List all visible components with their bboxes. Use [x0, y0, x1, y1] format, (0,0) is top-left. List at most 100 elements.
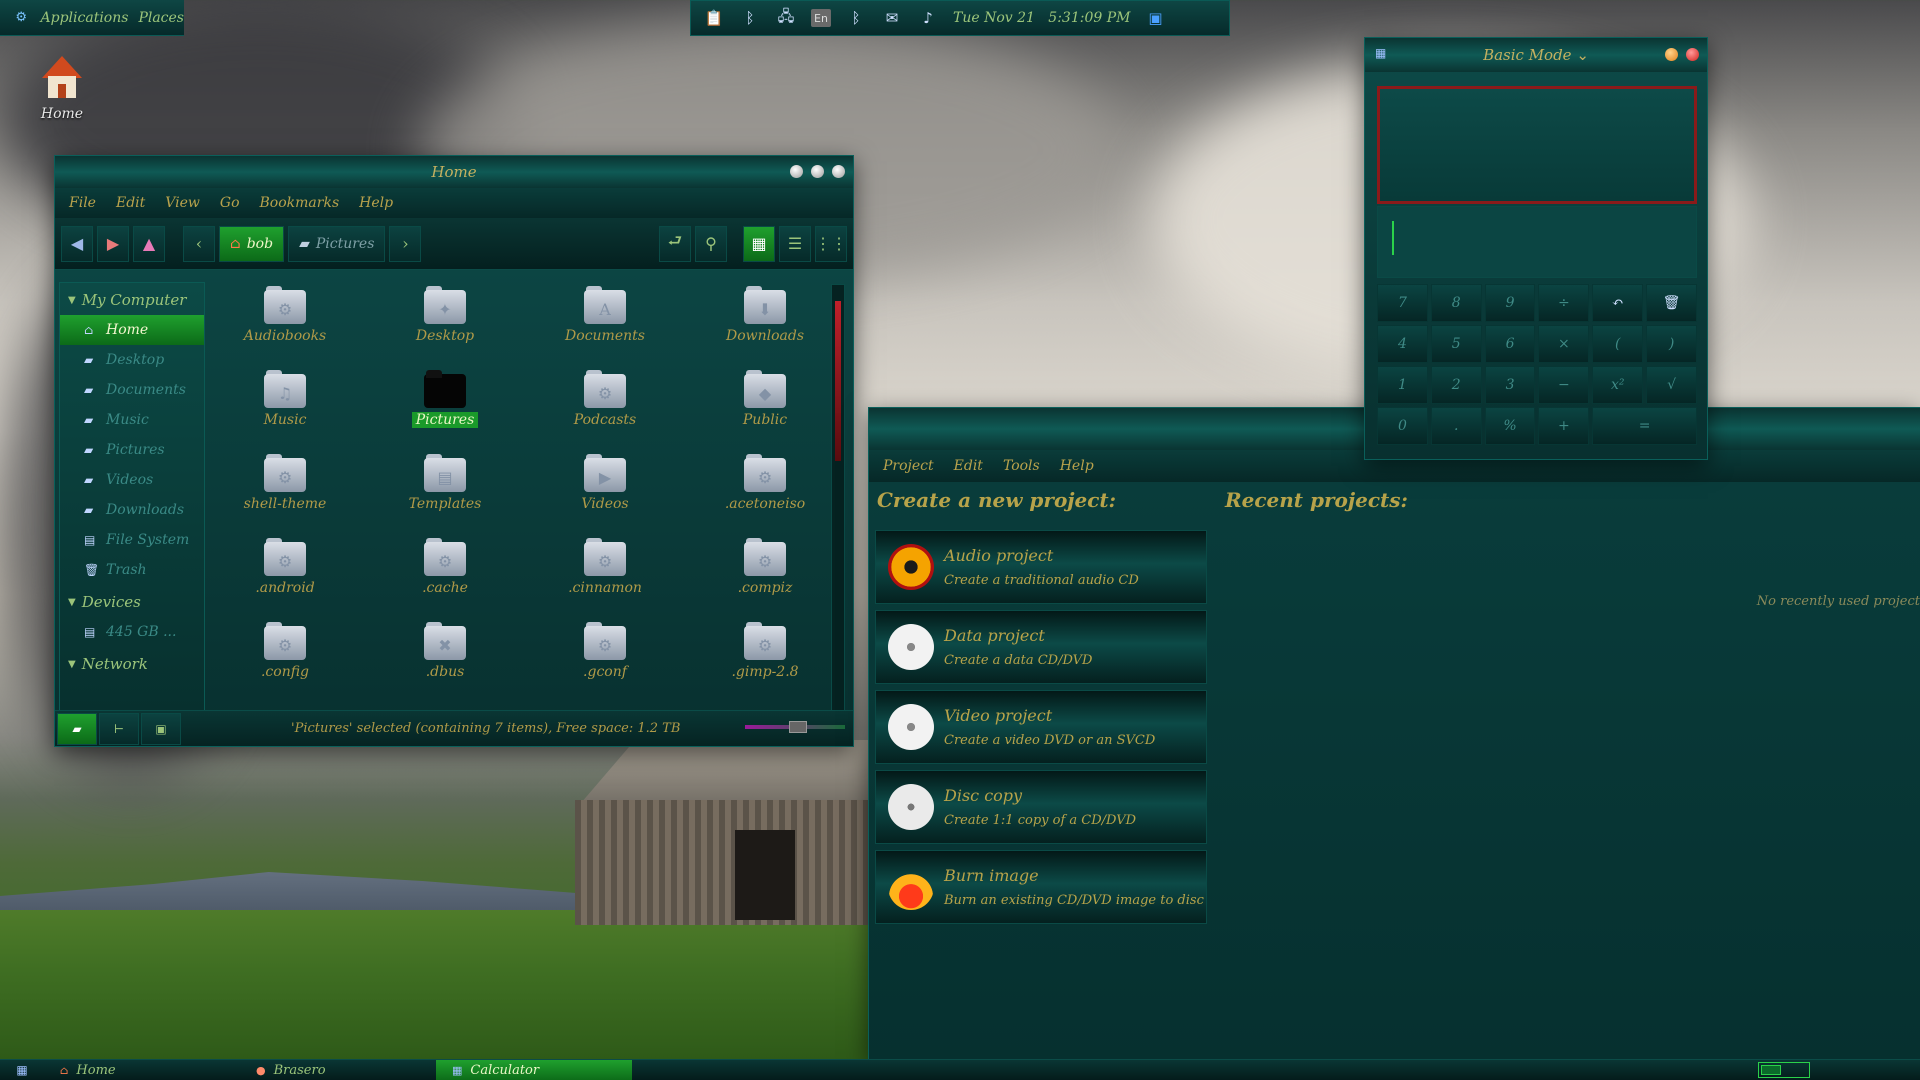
mode-selector[interactable]: Basic Mode ⌄ — [1483, 46, 1589, 64]
bluetooth-icon[interactable]: ᛒ — [845, 7, 867, 29]
project-audio-project[interactable]: Audio project Create a traditional audio … — [875, 530, 1207, 604]
breadcrumb-prev-button[interactable]: ‹ — [183, 225, 215, 262]
icon-view-button[interactable]: ▦ — [743, 225, 775, 262]
calc-key[interactable]: 0 — [1377, 407, 1428, 445]
calc-key[interactable]: 3 — [1484, 366, 1536, 404]
desktop-home-icon[interactable]: Home — [40, 56, 84, 122]
sidebar-item[interactable]: ▤ File System — [60, 525, 204, 555]
workspace-1[interactable] — [1761, 1065, 1781, 1075]
project-burn-image[interactable]: Burn image Burn an existing CD/DVD image … — [875, 850, 1207, 924]
calc-key[interactable]: 8 — [1430, 284, 1482, 322]
sidebar-section-0[interactable]: ▼ My Computer — [60, 283, 204, 315]
breadcrumb-pictures[interactable]: ▰ Pictures — [288, 225, 386, 262]
file-item[interactable]: ⚙ .android — [215, 538, 355, 596]
file-item[interactable]: ✦ Desktop — [375, 286, 515, 344]
file-item[interactable]: ♫ Music — [215, 370, 355, 428]
calc-key[interactable]: 🗑 — [1646, 284, 1697, 322]
sidebar-item[interactable]: 🗑 Trash — [60, 555, 204, 585]
places-menu[interactable]: Places — [138, 10, 184, 26]
show-places-button[interactable]: ▰ — [57, 712, 97, 745]
file-item[interactable]: ▶ Videos — [535, 454, 675, 512]
scrollbar-thumb[interactable] — [835, 301, 841, 461]
calc-key[interactable]: 5 — [1430, 325, 1482, 363]
calc-key[interactable]: % — [1484, 407, 1536, 445]
file-item[interactable]: Pictures — [375, 370, 515, 428]
volume-icon[interactable]: ♪ — [917, 7, 939, 29]
calculator-titlebar[interactable]: ▦ Basic Mode ⌄ — [1365, 38, 1707, 72]
menu-edit[interactable]: Edit — [116, 195, 145, 211]
breadcrumb-next-button[interactable]: › — [389, 225, 422, 262]
menu-bookmarks[interactable]: Bookmarks — [260, 195, 340, 211]
calc-key[interactable]: × — [1538, 325, 1590, 363]
menu-help[interactable]: Help — [359, 195, 393, 211]
file-item[interactable]: ⬇ Downloads — [695, 286, 835, 344]
minimize-button[interactable] — [790, 165, 803, 178]
vertical-scrollbar[interactable] — [831, 284, 845, 714]
file-item[interactable]: ⚙ .gconf — [535, 622, 675, 680]
calc-key[interactable]: ↶ — [1592, 284, 1644, 322]
mail-icon[interactable]: ✉ — [881, 7, 903, 29]
applications-menu[interactable]: Applications — [41, 10, 129, 26]
calc-key[interactable]: x² — [1592, 366, 1644, 404]
menu-view[interactable]: View — [165, 195, 200, 211]
task-brasero[interactable]: ● Brasero — [240, 1060, 436, 1080]
calc-key[interactable]: . — [1430, 407, 1482, 445]
task-calculator[interactable]: ▦ Calculator — [436, 1059, 632, 1080]
file-item[interactable]: ▤ Templates — [375, 454, 515, 512]
show-tree-button[interactable]: ⊢ — [99, 712, 139, 745]
back-button[interactable]: ◀ — [61, 225, 93, 262]
sidebar-item[interactable]: ▰ Pictures — [60, 435, 204, 465]
zoom-slider-handle[interactable] — [789, 721, 807, 733]
calc-key[interactable]: ) — [1646, 325, 1697, 363]
file-item[interactable]: ⚙ .gimp-2.8 — [695, 622, 835, 680]
sidebar-item[interactable]: ▰ Downloads — [60, 495, 204, 525]
menu-edit[interactable]: Edit — [954, 458, 983, 474]
compact-view-button[interactable]: ⋮⋮ — [815, 225, 847, 262]
menu-help[interactable]: Help — [1060, 458, 1094, 474]
file-item[interactable]: ⚙ .config — [215, 622, 355, 680]
calc-key[interactable]: 2 — [1430, 366, 1482, 404]
clock[interactable]: Tue Nov 21 5:31:09 PM — [953, 10, 1130, 26]
sidebar-item[interactable]: ▰ Music — [60, 405, 204, 435]
forward-button[interactable]: ▶ — [97, 225, 129, 262]
project-disc-copy[interactable]: Disc copy Create 1:1 copy of a CD/DVD — [875, 770, 1207, 844]
sidebar-item[interactable]: ▰ Desktop — [60, 345, 204, 375]
menu-go[interactable]: Go — [220, 195, 240, 211]
bluetooth-icon[interactable]: ᛒ — [739, 7, 761, 29]
breadcrumb-bob[interactable]: ⌂ bob — [219, 225, 285, 262]
file-item[interactable]: ◆ Public — [695, 370, 835, 428]
search-button[interactable]: ⚲ — [695, 225, 727, 262]
maximize-button[interactable] — [811, 165, 824, 178]
file-item[interactable]: ⚙ Podcasts — [535, 370, 675, 428]
calc-key[interactable]: 9 — [1484, 284, 1536, 322]
workspace-switcher[interactable] — [1758, 1062, 1810, 1078]
calc-key[interactable]: + — [1538, 407, 1590, 445]
project-video-project[interactable]: Video project Create a video DVD or an SV… — [875, 690, 1207, 764]
close-button[interactable] — [832, 165, 845, 178]
calculator-input[interactable] — [1377, 206, 1697, 278]
network-icon[interactable]: 🖧 — [775, 7, 797, 29]
calc-key[interactable]: √ — [1646, 366, 1697, 404]
keyboard-layout-indicator[interactable]: En — [811, 9, 831, 27]
file-item[interactable]: ⚙ .acetoneiso — [695, 454, 835, 512]
calc-key[interactable]: − — [1538, 366, 1590, 404]
calc-key[interactable]: 4 — [1377, 325, 1428, 363]
list-view-button[interactable]: ☰ — [779, 225, 811, 262]
show-desktop-icon[interactable]: ▦ — [0, 1063, 44, 1077]
menu-file[interactable]: File — [69, 195, 96, 211]
minimize-button[interactable] — [1665, 48, 1678, 61]
clipboard-icon[interactable]: 📋 — [703, 7, 725, 29]
sidebar-item[interactable]: ▰ Documents — [60, 375, 204, 405]
file-item[interactable]: ⚙ .compiz — [695, 538, 835, 596]
display-icon[interactable]: ▣ — [1144, 7, 1166, 29]
up-button[interactable]: ▲ — [133, 225, 165, 262]
sidebar-item[interactable]: ▤ 445 GB ... — [60, 617, 204, 647]
calc-key[interactable]: ÷ — [1538, 284, 1590, 322]
calc-key[interactable]: 1 — [1377, 366, 1428, 404]
menu-logo-icon[interactable]: ⚙ — [12, 7, 31, 29]
calc-key[interactable]: 6 — [1484, 325, 1536, 363]
sidebar-item[interactable]: ▰ Videos — [60, 465, 204, 495]
sidebar-section-1[interactable]: ▼ Devices — [60, 585, 204, 617]
file-manager-titlebar[interactable]: Home — [55, 156, 853, 188]
calc-key[interactable]: = — [1592, 407, 1697, 445]
